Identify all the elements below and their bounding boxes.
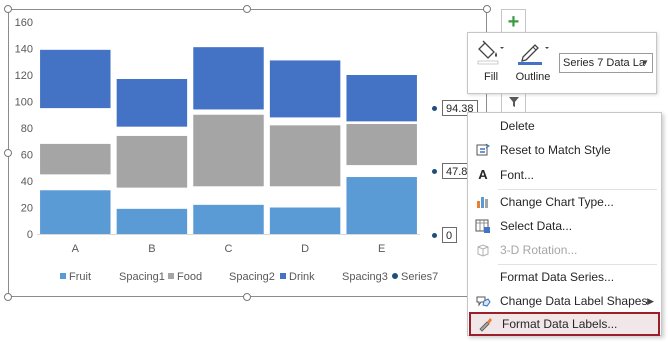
fill-label: Fill <box>483 71 499 83</box>
reset-style-icon <box>475 142 491 158</box>
data-point-marker[interactable] <box>432 169 437 174</box>
data-label-3[interactable]: 0 <box>442 227 457 243</box>
menu-item-label: Format Data Series... <box>500 270 615 284</box>
bar-drink-b[interactable] <box>116 78 188 127</box>
menu-item-format-data-series[interactable]: Format Data Series... <box>469 265 660 289</box>
data-point-marker[interactable] <box>432 233 437 238</box>
menu-item-label: Change Chart Type... <box>500 195 614 209</box>
x-axis: A B C D E <box>37 234 420 255</box>
legend-entry-spacing2[interactable]: Spacing2 <box>229 271 275 283</box>
menu-item-change-data-label-shapes[interactable]: Change Data Label Shapes ▶ <box>469 289 660 313</box>
y-axis: 0 20 40 60 80 100 120 140 160 <box>15 17 33 241</box>
menu-item-3d-rotation: 3-D Rotation... <box>469 238 660 262</box>
mini-toolbar: Fill Outline Series 7 Data La ▼ <box>467 32 657 94</box>
menu-item-label: Reset to Match Style <box>500 143 611 157</box>
legend-entry-spacing3[interactable]: Spacing3 <box>342 271 388 283</box>
menu-item-font[interactable]: A Font... <box>469 163 660 187</box>
menu-item-change-chart-type[interactable]: Change Chart Type... <box>469 190 660 214</box>
select-data-icon <box>475 218 491 234</box>
menu-item-reset-to-match-style[interactable]: Reset to Match Style <box>469 138 660 162</box>
outline-button[interactable]: Outline <box>512 37 554 89</box>
bar-fruit-a[interactable] <box>40 190 111 234</box>
menu-item-format-data-labels[interactable]: Format Data Labels... <box>469 312 660 336</box>
legend-marker-food <box>168 273 174 279</box>
y-tick-label: 0 <box>27 229 33 241</box>
chevron-right-icon: ▶ <box>647 296 654 306</box>
legend-entry-drink[interactable]: Drink <box>289 271 315 283</box>
series-select-dropdown[interactable]: Series 7 Data La ▼ <box>559 53 653 73</box>
x-tick-label: B <box>148 243 155 255</box>
data-point-marker[interactable] <box>432 106 437 111</box>
chevron-down-icon: ▼ <box>641 58 649 67</box>
context-menu: Delete Reset to Match Style A Font... Ch… <box>467 112 662 336</box>
menu-item-label: Change Data Label Shapes <box>500 294 648 308</box>
bar-food-d[interactable] <box>269 125 341 187</box>
legend-marker-drink <box>280 273 286 279</box>
chart-type-icon <box>475 194 491 210</box>
y-tick-label: 100 <box>15 97 33 109</box>
y-tick-label: 60 <box>21 150 33 162</box>
legend-entry-spacing1[interactable]: Spacing1 <box>119 271 165 283</box>
y-tick-label: 80 <box>21 123 33 135</box>
menu-item-label: Select Data... <box>500 219 573 233</box>
pen-outline-icon <box>518 44 549 65</box>
3d-rotation-icon <box>475 242 491 258</box>
fill-button[interactable]: Fill <box>474 37 508 89</box>
chart-elements-button[interactable]: + <box>501 9 526 34</box>
bar-food-e[interactable] <box>346 124 417 166</box>
menu-item-select-data[interactable]: Select Data... <box>469 214 660 238</box>
y-tick-label: 40 <box>21 176 33 188</box>
bar-fruit-b[interactable] <box>116 208 188 234</box>
font-icon: A <box>478 167 488 182</box>
legend[interactable]: Fruit Spacing1 Food Spacing2 Drink Spacing3 Se… <box>60 271 438 283</box>
filter-icon <box>508 96 519 107</box>
bar-fruit-e[interactable] <box>346 177 417 234</box>
legend-entry-food[interactable]: Food <box>177 271 202 283</box>
x-tick-label: C <box>225 243 233 255</box>
bar-food-c[interactable] <box>193 114 264 187</box>
menu-item-label: Font... <box>500 168 535 182</box>
x-tick-label: A <box>72 243 80 255</box>
data-label-2[interactable]: 47.8 <box>442 163 468 179</box>
legend-marker-fruit <box>60 273 66 279</box>
bar-drink-e[interactable] <box>346 75 417 122</box>
bar-drink-c[interactable] <box>193 47 264 110</box>
menu-item-label: Delete <box>500 119 535 133</box>
legend-entry-fruit[interactable]: Fruit <box>69 271 91 283</box>
bar-food-b[interactable] <box>116 135 188 188</box>
x-tick-label: D <box>301 243 309 255</box>
bar-drink-d[interactable] <box>269 60 341 118</box>
legend-entry-series7[interactable]: Series7 <box>401 271 438 283</box>
y-tick-label: 20 <box>21 203 33 215</box>
bar-fruit-c[interactable] <box>193 204 264 234</box>
paint-bucket-icon <box>477 40 504 65</box>
series-select-value: Series 7 Data La <box>563 57 645 69</box>
menu-item-label: Format Data Labels... <box>502 317 618 331</box>
menu-item-label: 3-D Rotation... <box>500 243 578 257</box>
bar-food-a[interactable] <box>40 143 111 175</box>
label-shapes-icon <box>475 293 491 309</box>
legend-marker-series7 <box>392 273 398 279</box>
bar-series[interactable] <box>40 47 417 234</box>
y-tick-label: 120 <box>15 70 33 82</box>
bar-fruit-d[interactable] <box>269 207 341 235</box>
menu-item-delete[interactable]: Delete <box>469 114 660 138</box>
x-tick-label: E <box>378 243 385 255</box>
y-tick-label: 160 <box>15 17 33 29</box>
format-labels-icon <box>477 316 493 332</box>
y-tick-label: 140 <box>15 44 33 56</box>
plus-icon: + <box>507 10 520 33</box>
outline-label: Outline <box>515 71 551 83</box>
bar-drink-a[interactable] <box>40 49 111 109</box>
